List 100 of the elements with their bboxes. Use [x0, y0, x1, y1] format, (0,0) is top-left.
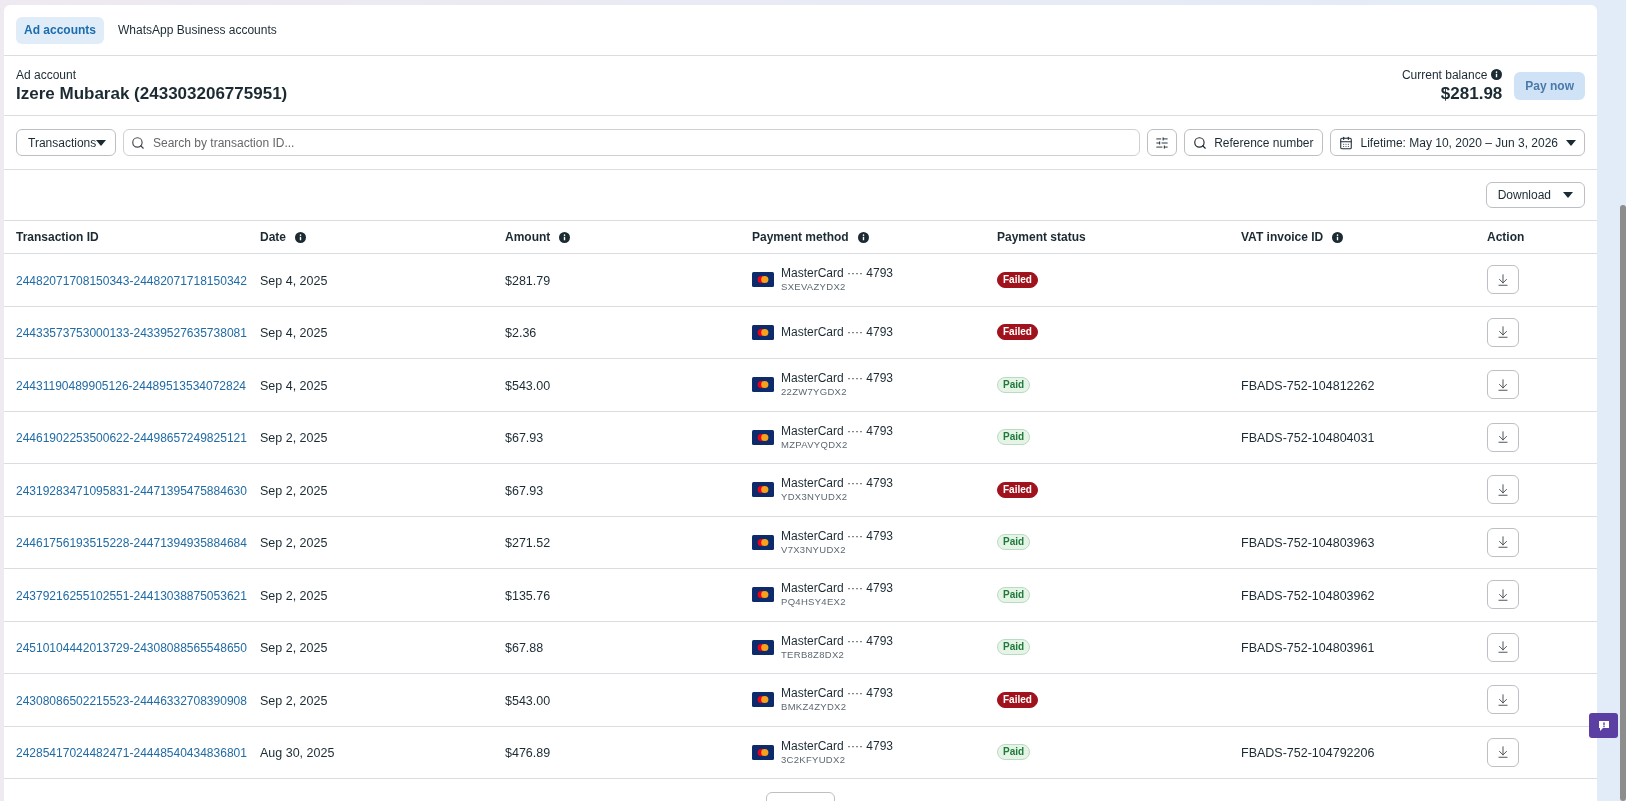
card-name: MasterCard ···· 4793: [781, 581, 894, 597]
card-name: MasterCard ···· 4793: [781, 324, 894, 340]
amount-cell: $67.93: [505, 431, 544, 446]
transaction-id-link[interactable]: 24379216255102551-24413038875053621: [16, 588, 247, 603]
status-badge: Paid: [997, 429, 1031, 446]
caret-icon: [1566, 139, 1576, 146]
download-button[interactable]: [1487, 632, 1519, 662]
calendar-icon: [1338, 135, 1353, 150]
card-name: MasterCard ···· 4793: [781, 476, 894, 492]
transaction-id-link[interactable]: 24510104442013729-24308088565548650: [16, 641, 247, 656]
tab[interactable]: WhatsApp Business accounts: [110, 16, 285, 44]
date-range-dropdown[interactable]: Lifetime: May 10, 2020 – Jun 3, 2026: [1329, 129, 1585, 156]
status-badge: Paid: [997, 639, 1031, 656]
download-button[interactable]: [1487, 685, 1519, 715]
amount-cell: $67.88: [505, 641, 544, 656]
download-button[interactable]: [1487, 265, 1519, 295]
column-header: Action: [1487, 229, 1525, 246]
amount-cell: $135.76: [505, 588, 551, 603]
account-label: Ad account: [16, 66, 78, 83]
download-icon: [1496, 640, 1510, 655]
status-badge: Failed: [997, 691, 1038, 708]
date-cell: Sep 2, 2025: [260, 693, 328, 708]
transaction-id-link[interactable]: 24431190489905126-24489513534072824: [16, 378, 246, 393]
download-icon: [1496, 272, 1510, 287]
download-icon: [1496, 377, 1510, 392]
card-reference: SXEVAZYDX2: [781, 281, 847, 294]
card-icon: [752, 377, 774, 393]
card-icon: [752, 692, 774, 708]
tab[interactable]: Ad accounts: [16, 16, 104, 44]
amount-cell: $271.52: [505, 536, 551, 551]
card-reference: MZPAVYQDX2: [781, 438, 849, 451]
transactions-dropdown[interactable]: Transactions: [16, 129, 116, 156]
search-icon: [131, 135, 145, 150]
balance-label: Current balance: [1401, 66, 1488, 83]
vat-invoice-id: FBADS-752-104803963: [1241, 536, 1375, 551]
date-cell: Sep 4, 2025: [260, 326, 328, 341]
download-button[interactable]: [1487, 422, 1519, 452]
chat-button[interactable]: [1589, 713, 1618, 738]
download-button[interactable]: [1487, 370, 1519, 400]
transaction-id-link[interactable]: 24461902253500622-24498657249825121: [16, 431, 247, 446]
transaction-id-link[interactable]: 24433573753000133-24339527635738081: [16, 326, 247, 341]
column-header: Date: [260, 229, 286, 246]
search-field[interactable]: Search by transaction ID...: [123, 129, 1141, 156]
card-reference: TERB8Z8DX2: [781, 648, 846, 661]
card-name: MasterCard ···· 4793: [781, 266, 894, 282]
transaction-id-link[interactable]: 24308086502215523-24446332708390908: [16, 693, 247, 708]
column-header: Payment method: [752, 229, 849, 246]
status-badge: Paid: [997, 376, 1031, 393]
card-name: MasterCard ···· 4793: [781, 738, 894, 754]
vat-invoice-id: FBADS-752-104803962: [1241, 588, 1375, 603]
caret-icon: [1563, 192, 1573, 198]
download-icon: [1496, 535, 1510, 550]
card-icon: [752, 639, 774, 655]
download-button[interactable]: [1487, 737, 1519, 767]
amount-cell: $67.93: [505, 483, 544, 498]
column-header: Payment status: [997, 229, 1086, 246]
download-icon: [1496, 430, 1510, 445]
download-icon: [1496, 692, 1510, 707]
card-name: MasterCard ···· 4793: [781, 633, 894, 649]
search-icon: [1193, 135, 1208, 150]
date-cell: Sep 2, 2025: [260, 483, 328, 498]
vat-invoice-id: FBADS-752-104803961: [1241, 641, 1375, 656]
download-button[interactable]: [1487, 317, 1519, 347]
amount-cell: $543.00: [505, 378, 551, 393]
card-icon: [752, 534, 774, 550]
download-dropdown[interactable]: Download: [1485, 182, 1585, 208]
balance-amount: $281.98: [1440, 82, 1503, 105]
card-reference: 22ZW7YGDX2: [781, 386, 848, 399]
download-icon: [1496, 745, 1510, 760]
card-icon: [752, 272, 774, 288]
transaction-id-link[interactable]: 24285417024482471-24448540434836801: [16, 746, 247, 761]
filter-button[interactable]: [1147, 129, 1178, 156]
date-cell: Sep 2, 2025: [260, 431, 328, 446]
status-badge: Paid: [997, 586, 1031, 603]
sliders-icon: [1155, 135, 1170, 150]
card-name: MasterCard ···· 4793: [781, 686, 894, 702]
card-reference: YDX3NYUDX2: [781, 491, 849, 504]
transaction-id-link[interactable]: 24482071708150343-24482071718150342: [16, 273, 247, 288]
date-cell: Sep 2, 2025: [260, 536, 328, 551]
scrollbar-thumb[interactable]: [1620, 205, 1626, 801]
date-cell: Sep 4, 2025: [260, 378, 328, 393]
transaction-id-link[interactable]: 24461756193515228-24471394935884684: [16, 536, 247, 551]
card-name: MasterCard ···· 4793: [781, 423, 894, 439]
download-button[interactable]: [1487, 475, 1519, 505]
amount-cell: $2.36: [505, 326, 537, 341]
card-icon: [752, 482, 774, 498]
vat-invoice-id: FBADS-752-104812262: [1241, 378, 1375, 393]
caret-icon: [96, 139, 107, 146]
status-badge: Paid: [997, 744, 1031, 761]
download-button[interactable]: [1487, 527, 1519, 557]
amount-cell: $476.89: [505, 746, 551, 761]
download-icon: [1496, 325, 1510, 340]
transaction-id-link[interactable]: 24319283471095831-24471395475884630: [16, 483, 247, 498]
column-header: VAT invoice ID: [1241, 229, 1324, 246]
reference-number-button[interactable]: Reference number: [1184, 129, 1323, 156]
download-button[interactable]: [1487, 580, 1519, 610]
card-icon: [752, 429, 774, 445]
column-header: Amount: [505, 229, 551, 246]
column-header: Transaction ID: [16, 229, 99, 246]
card-reference: 3C2KFYUDX2: [781, 753, 847, 766]
